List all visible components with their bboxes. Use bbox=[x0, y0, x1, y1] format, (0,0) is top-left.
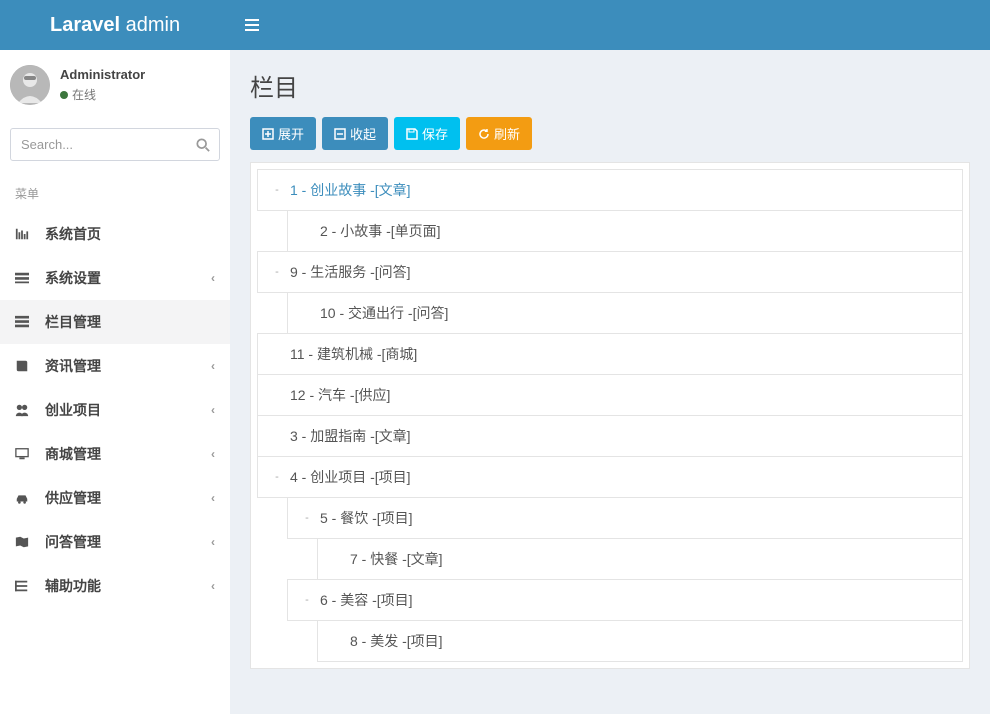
sidebar-item-4[interactable]: 创业项目 ‹ bbox=[0, 388, 230, 432]
desktop-icon bbox=[15, 447, 37, 461]
user-panel: Administrator 在线 bbox=[0, 50, 230, 120]
online-dot-icon bbox=[60, 91, 68, 99]
tree-node-label: 3 - 加盟指南 -[文章] bbox=[290, 426, 411, 446]
th-icon bbox=[15, 579, 37, 593]
tree-node[interactable]: 12 - 汽车 -[供应] bbox=[257, 374, 963, 416]
chevron-left-icon: ‹ bbox=[211, 403, 215, 417]
cogs-icon bbox=[15, 271, 37, 285]
user-name: Administrator bbox=[60, 67, 145, 82]
minus-square-icon bbox=[334, 128, 346, 140]
search-box bbox=[10, 128, 220, 161]
user-status: 在线 bbox=[60, 86, 145, 103]
save-label: 保存 bbox=[422, 124, 448, 143]
tree-node-label: 10 - 交通出行 -[问答] bbox=[320, 303, 448, 323]
tree-toggle-icon[interactable]: - bbox=[270, 184, 284, 196]
app-header: Laravel admin bbox=[0, 0, 990, 50]
sidebar-item-label: 辅助功能 bbox=[45, 576, 101, 596]
collapse-button[interactable]: 收起 bbox=[322, 117, 388, 150]
car-icon bbox=[15, 491, 37, 505]
tree-node-label: 1 - 创业故事 -[文章] bbox=[290, 180, 411, 200]
user-info: Administrator 在线 bbox=[60, 67, 145, 103]
tree-node[interactable]: -9 - 生活服务 -[问答] bbox=[257, 251, 963, 293]
map-icon bbox=[15, 535, 37, 549]
expand-label: 展开 bbox=[278, 124, 304, 143]
tree-node-label: 4 - 创业项目 -[项目] bbox=[290, 467, 411, 487]
tree-node[interactable]: 10 - 交通出行 -[问答] bbox=[287, 292, 963, 334]
expand-button[interactable]: 展开 bbox=[250, 117, 316, 150]
tree-node[interactable]: -6 - 美容 -[项目] bbox=[287, 579, 963, 621]
tree-node[interactable]: 2 - 小故事 -[单页面] bbox=[287, 210, 963, 252]
tree-node-label: 12 - 汽车 -[供应] bbox=[290, 385, 390, 405]
search-input[interactable] bbox=[10, 128, 220, 161]
refresh-button[interactable]: 刷新 bbox=[466, 117, 532, 150]
tree-node[interactable]: -4 - 创业项目 -[项目] bbox=[257, 456, 963, 498]
tree-node-label: 11 - 建筑机械 -[商城] bbox=[290, 344, 417, 364]
sidebar-item-label: 栏目管理 bbox=[45, 312, 101, 332]
chevron-left-icon: ‹ bbox=[211, 447, 215, 461]
tree-node-label: 9 - 生活服务 -[问答] bbox=[290, 262, 411, 282]
save-button[interactable]: 保存 bbox=[394, 117, 460, 150]
tree-node[interactable]: 3 - 加盟指南 -[文章] bbox=[257, 415, 963, 457]
collapse-label: 收起 bbox=[350, 124, 376, 143]
logo[interactable]: Laravel admin bbox=[0, 14, 230, 37]
sidebar-item-2[interactable]: 栏目管理 bbox=[0, 300, 230, 344]
book-icon bbox=[15, 359, 37, 373]
chevron-left-icon: ‹ bbox=[211, 359, 215, 373]
sidebar-item-3[interactable]: 资讯管理 ‹ bbox=[0, 344, 230, 388]
logo-light: admin bbox=[120, 14, 180, 36]
tree-node-label: 7 - 快餐 -[文章] bbox=[350, 549, 443, 569]
tree-toggle-icon[interactable]: - bbox=[300, 594, 314, 606]
toolbar: 展开 收起 保存 刷新 bbox=[230, 117, 990, 162]
tree-node[interactable]: 7 - 快餐 -[文章] bbox=[317, 538, 963, 580]
tree-box: -1 - 创业故事 -[文章]2 - 小故事 -[单页面]-9 - 生活服务 -… bbox=[250, 162, 970, 669]
page-title: 栏目 bbox=[230, 50, 990, 117]
tree-toggle-icon[interactable]: - bbox=[270, 266, 284, 278]
sidebar-item-label: 问答管理 bbox=[45, 532, 101, 552]
tree-toggle-icon[interactable]: - bbox=[270, 471, 284, 483]
bars-icon bbox=[15, 227, 37, 241]
tree-node[interactable]: 8 - 美发 -[项目] bbox=[317, 620, 963, 662]
sidebar-item-1[interactable]: 系统设置 ‹ bbox=[0, 256, 230, 300]
logo-bold: Laravel bbox=[50, 14, 120, 36]
save-icon bbox=[406, 128, 418, 140]
plus-square-icon bbox=[262, 128, 274, 140]
refresh-icon bbox=[478, 128, 490, 140]
chevron-left-icon: ‹ bbox=[211, 579, 215, 593]
sidebar-item-label: 系统设置 bbox=[45, 268, 101, 288]
sidebar-menu: 系统首页系统设置‹栏目管理资讯管理‹创业项目‹商城管理‹供应管理‹问答管理‹辅助… bbox=[0, 212, 230, 608]
chevron-left-icon: ‹ bbox=[211, 491, 215, 505]
sidebar-item-label: 商城管理 bbox=[45, 444, 101, 464]
chevron-left-icon: ‹ bbox=[211, 535, 215, 549]
sidebar-item-label: 创业项目 bbox=[45, 400, 101, 420]
search-icon[interactable] bbox=[196, 138, 210, 152]
tree-node[interactable]: -1 - 创业故事 -[文章] bbox=[257, 169, 963, 211]
users-icon bbox=[15, 403, 37, 417]
category-tree: -1 - 创业故事 -[文章]2 - 小故事 -[单页面]-9 - 生活服务 -… bbox=[257, 169, 963, 662]
avatar[interactable] bbox=[10, 65, 50, 105]
list-icon bbox=[15, 315, 37, 329]
menu-header: 菜单 bbox=[0, 175, 230, 212]
sidebar-item-label: 供应管理 bbox=[45, 488, 101, 508]
sidebar: Administrator 在线 菜单 系统首页系统设置‹栏目管理资讯管理‹创业… bbox=[0, 50, 230, 714]
tree-node-label: 6 - 美容 -[项目] bbox=[320, 590, 413, 610]
refresh-label: 刷新 bbox=[494, 124, 520, 143]
sidebar-item-7[interactable]: 问答管理 ‹ bbox=[0, 520, 230, 564]
bars-icon bbox=[245, 18, 259, 32]
tree-toggle-icon[interactable]: - bbox=[300, 512, 314, 524]
main-content: 栏目 展开 收起 保存 刷新 -1 - 创业故事 -[文章]2 - 小故事 -[… bbox=[230, 50, 990, 669]
user-status-text: 在线 bbox=[72, 88, 96, 102]
chevron-left-icon: ‹ bbox=[211, 271, 215, 285]
sidebar-item-0[interactable]: 系统首页 bbox=[0, 212, 230, 256]
tree-node-label: 8 - 美发 -[项目] bbox=[350, 631, 443, 651]
tree-node-label: 5 - 餐饮 -[项目] bbox=[320, 508, 413, 528]
tree-node[interactable]: 11 - 建筑机械 -[商城] bbox=[257, 333, 963, 375]
sidebar-item-6[interactable]: 供应管理 ‹ bbox=[0, 476, 230, 520]
tree-node[interactable]: -5 - 餐饮 -[项目] bbox=[287, 497, 963, 539]
sidebar-item-label: 资讯管理 bbox=[45, 356, 101, 376]
sidebar-item-8[interactable]: 辅助功能 ‹ bbox=[0, 564, 230, 608]
menu-toggle-button[interactable] bbox=[230, 18, 274, 32]
tree-node-label: 2 - 小故事 -[单页面] bbox=[320, 221, 441, 241]
sidebar-item-5[interactable]: 商城管理 ‹ bbox=[0, 432, 230, 476]
sidebar-item-label: 系统首页 bbox=[45, 224, 101, 244]
